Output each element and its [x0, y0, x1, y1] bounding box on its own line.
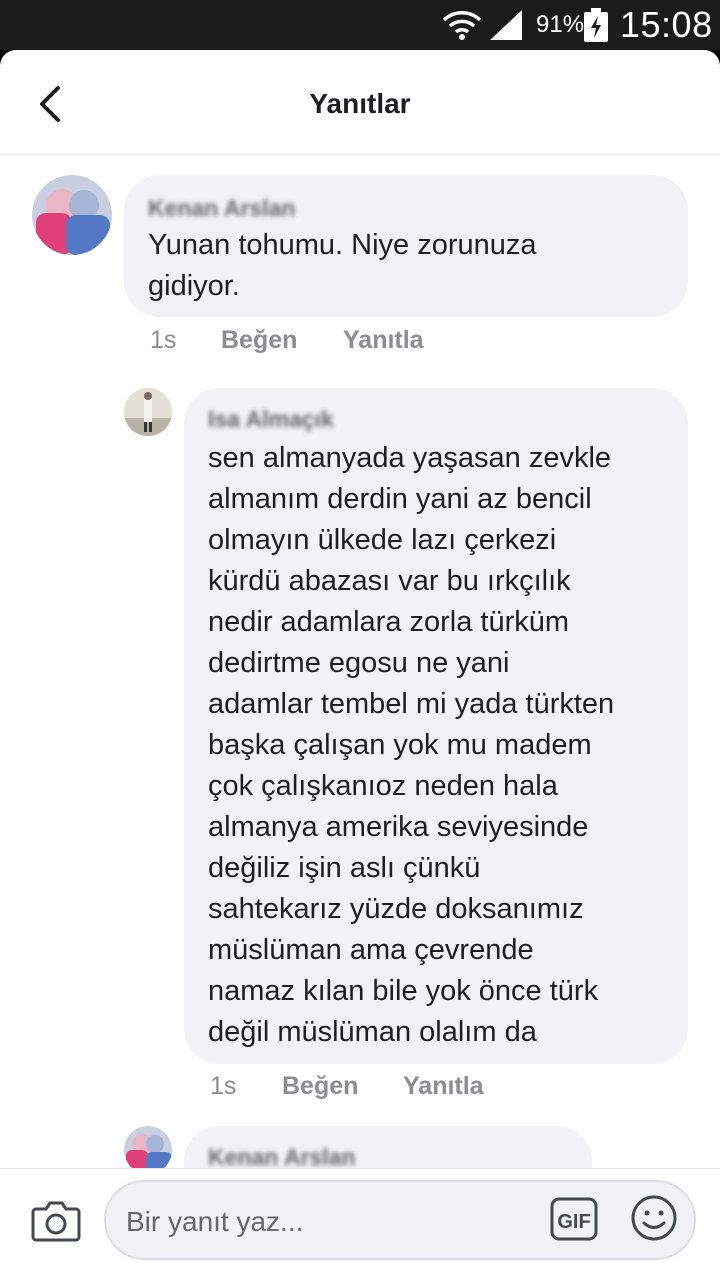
- avatar[interactable]: [124, 388, 172, 436]
- gif-label: GIF: [557, 1211, 590, 1233]
- avatar[interactable]: [32, 175, 112, 255]
- comment-bubble[interactable]: Isa Almaçık sen almanyada yaşasan zevkle…: [184, 388, 688, 1064]
- page-title: Yanıtlar: [309, 88, 411, 119]
- comment-author[interactable]: Isa Almaçık: [208, 406, 334, 433]
- camera-icon[interactable]: [30, 1195, 82, 1247]
- wifi-icon: [442, 11, 482, 40]
- reply-button[interactable]: Yanıtla: [403, 1072, 484, 1101]
- avatar[interactable]: [124, 1126, 172, 1174]
- emoji-icon[interactable]: [630, 1194, 678, 1242]
- comment-bubble[interactable]: Kenan Arslan Yunan tohumu. Niye zorunuza…: [124, 175, 688, 317]
- reply-input[interactable]: Bir yanıt yaz... GIF: [104, 1180, 696, 1260]
- signal-icon: [490, 10, 522, 40]
- reply-button[interactable]: Yanıtla: [343, 326, 424, 355]
- battery-charging-icon: [584, 8, 608, 42]
- comment-author[interactable]: Kenan Arslan: [148, 195, 295, 222]
- comment-author[interactable]: Kenan Arslan: [208, 1144, 355, 1171]
- reply-input-placeholder: Bir yanıt yaz...: [126, 1206, 304, 1237]
- like-button[interactable]: Beğen: [282, 1072, 358, 1101]
- comment-time: 1s: [210, 1072, 237, 1100]
- replies-screen: Yanıtlar Kenan Arslan Yunan tohumu. Niye…: [0, 50, 720, 1280]
- comment-time: 1s: [150, 326, 177, 354]
- reply-composer: Bir yanıt yaz... GIF: [0, 1168, 720, 1280]
- header: Yanıtlar: [0, 50, 720, 155]
- comment-text: Yunan tohumu. Niye zorunuza gidiyor.: [148, 229, 537, 302]
- status-bar: 91% 15:08: [0, 0, 720, 50]
- like-button[interactable]: Beğen: [221, 326, 297, 355]
- comment-text: sen almanyada yaşasan zevkle almanım der…: [208, 442, 615, 1048]
- gif-icon[interactable]: GIF: [550, 1197, 598, 1241]
- clock: 15:08: [620, 4, 713, 45]
- battery-percent: 91%: [536, 11, 585, 38]
